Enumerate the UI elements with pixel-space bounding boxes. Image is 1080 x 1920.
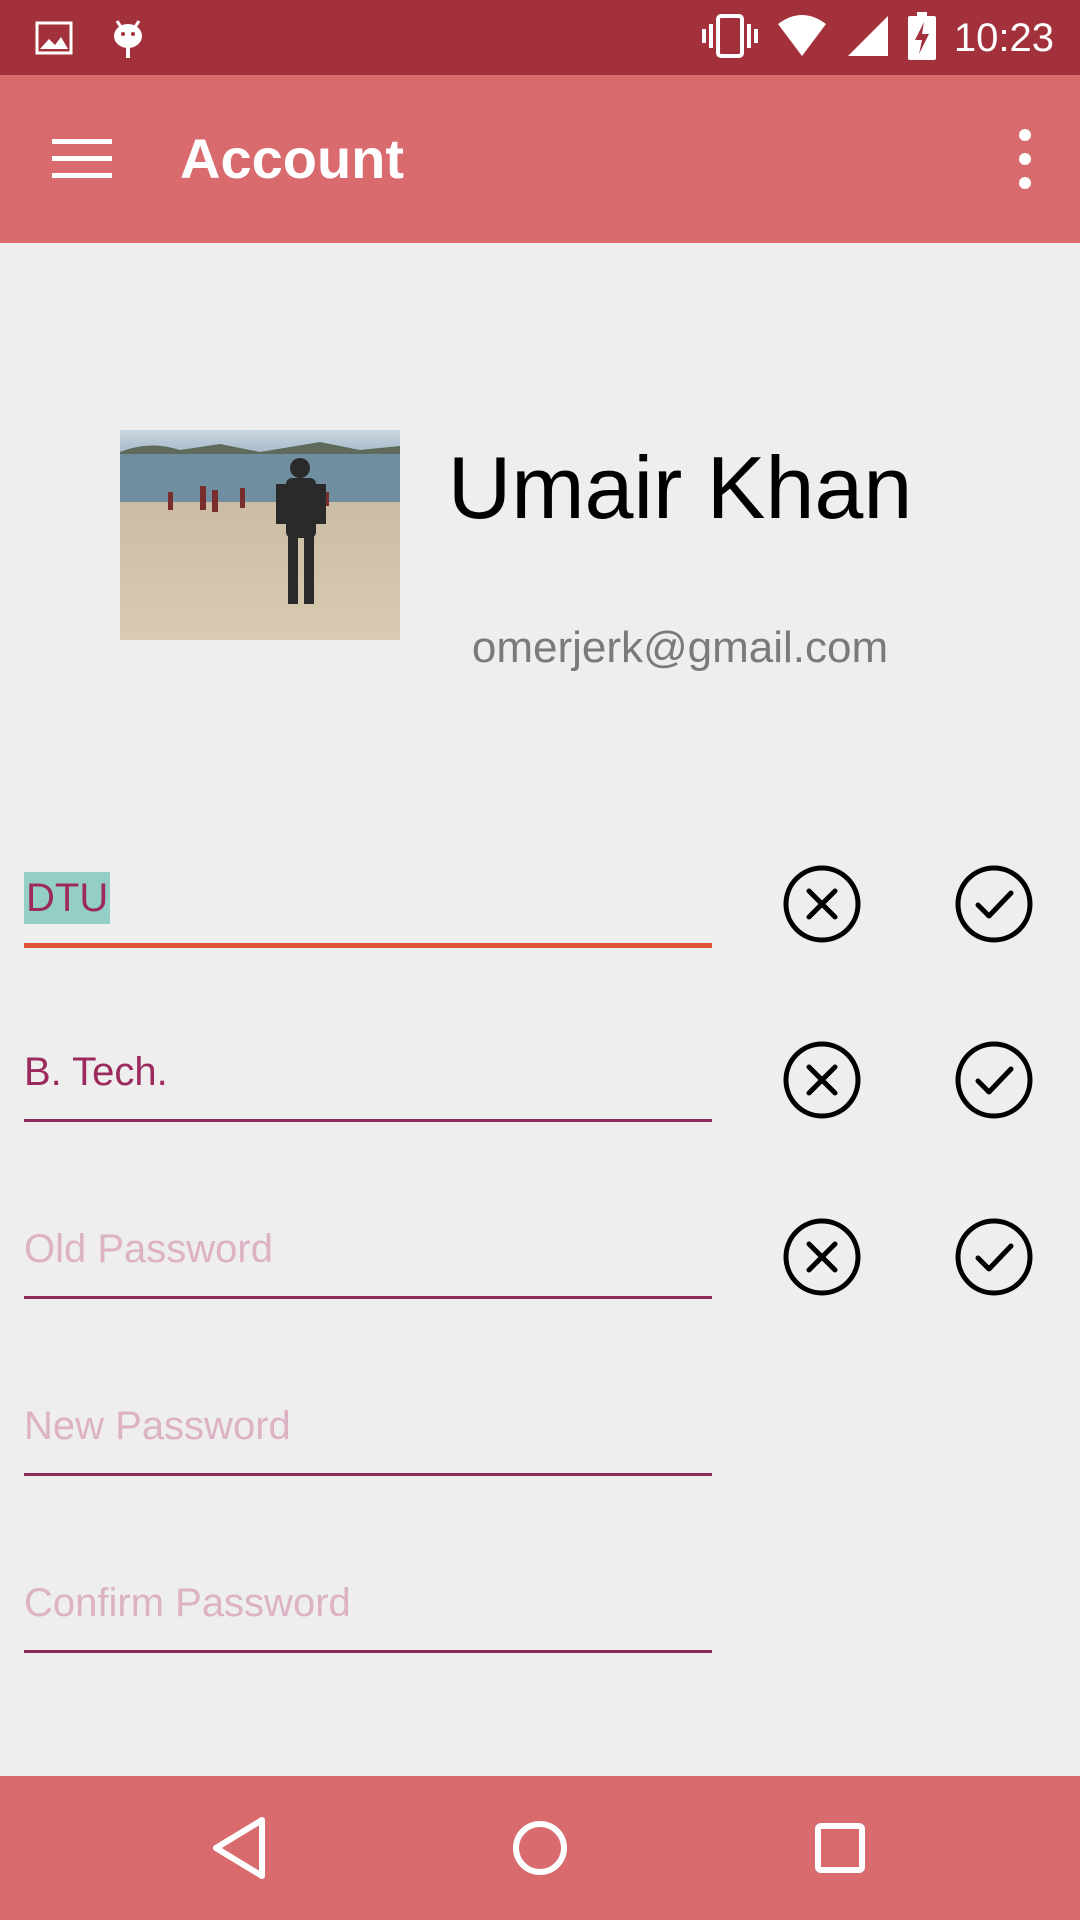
- status-bar: 10:23: [0, 0, 1080, 75]
- cancel-password-button[interactable]: [782, 1217, 862, 1297]
- cancel-degree-button[interactable]: [782, 1040, 862, 1120]
- field-underline: [24, 943, 712, 948]
- field-underline: [24, 1119, 712, 1122]
- college-field-value: DTU: [24, 872, 111, 924]
- degree-field[interactable]: B. Tech.: [24, 1026, 712, 1122]
- battery-charging-icon: [907, 11, 936, 65]
- status-right-icons: 10:23: [701, 10, 1054, 66]
- signal-icon: [846, 14, 890, 63]
- back-icon[interactable]: [200, 1808, 280, 1888]
- image-icon: [34, 18, 74, 63]
- status-time: 10:23: [953, 16, 1054, 60]
- avatar[interactable]: [120, 430, 400, 640]
- more-vert-icon[interactable]: [1010, 125, 1040, 193]
- vibrate-icon: [701, 12, 758, 65]
- old-password-field[interactable]: Old Password: [24, 1203, 712, 1299]
- status-left-icons: [34, 16, 148, 65]
- field-underline: [24, 1650, 712, 1653]
- check-circle-icon: [955, 1041, 1033, 1119]
- navigation-bar: [0, 1776, 1080, 1920]
- field-underline: [24, 1473, 712, 1476]
- confirm-password-button[interactable]: [954, 1217, 1034, 1297]
- home-icon[interactable]: [500, 1808, 580, 1888]
- cancel-college-button[interactable]: [782, 864, 862, 944]
- confirm-degree-button[interactable]: [954, 1040, 1034, 1120]
- check-circle-icon: [955, 1218, 1033, 1296]
- confirm-college-button[interactable]: [954, 864, 1034, 944]
- hamburger-menu-icon[interactable]: [50, 135, 114, 183]
- new-password-field[interactable]: New Password: [24, 1380, 712, 1476]
- field-underline: [24, 1296, 712, 1299]
- profile-name: Umair Khan: [447, 438, 913, 537]
- cancel-circle-icon: [783, 865, 861, 943]
- app-bar: Account: [0, 75, 1080, 243]
- recents-icon[interactable]: [800, 1808, 880, 1888]
- degree-field-value: B. Tech.: [24, 1050, 168, 1094]
- wifi-icon: [776, 14, 828, 63]
- android-debug-icon: [108, 16, 148, 65]
- confirm-password-placeholder: Confirm Password: [24, 1581, 351, 1625]
- new-password-placeholder: New Password: [24, 1404, 291, 1448]
- cancel-circle-icon: [783, 1218, 861, 1296]
- cancel-circle-icon: [783, 1041, 861, 1119]
- college-field[interactable]: DTU: [24, 852, 712, 948]
- old-password-placeholder: Old Password: [24, 1227, 273, 1271]
- profile-email: omerjerk@gmail.com: [471, 623, 889, 672]
- confirm-password-field[interactable]: Confirm Password: [24, 1557, 712, 1653]
- page-title: Account: [180, 127, 404, 190]
- check-circle-icon: [955, 865, 1033, 943]
